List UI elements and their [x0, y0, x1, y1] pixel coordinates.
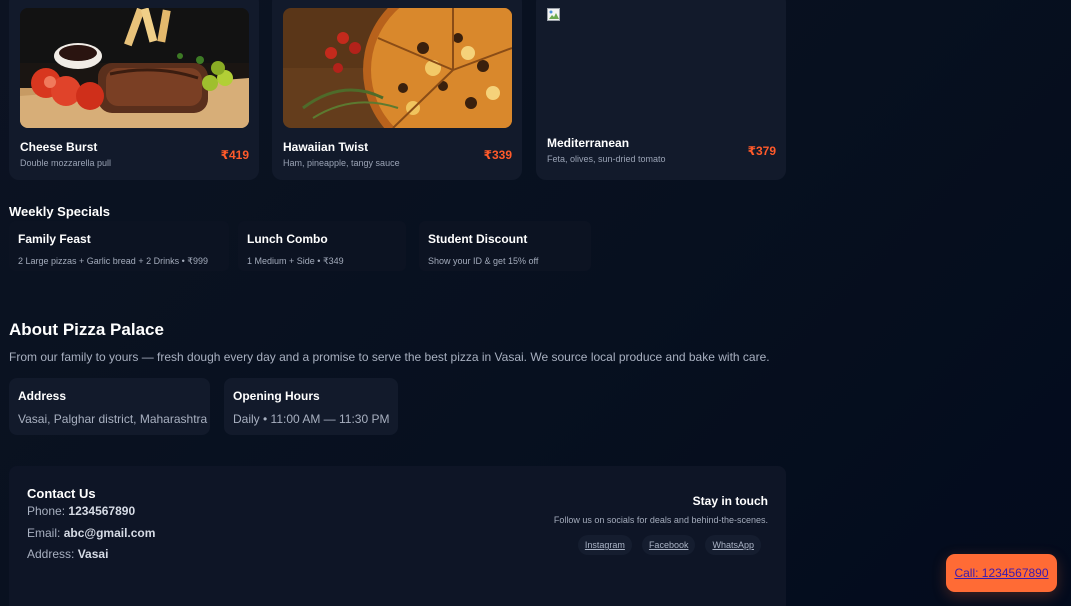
special-card-student-discount[interactable]: Student Discount Show your ID & get 15% …	[419, 221, 591, 271]
social-links: Instagram Facebook WhatsApp	[577, 535, 761, 555]
contact-footer: Contact Us Phone: 1234567890 Email: abc@…	[9, 466, 786, 606]
phone-label: Phone:	[27, 504, 66, 518]
whatsapp-link[interactable]: WhatsApp	[705, 535, 761, 555]
address-label: Address	[18, 389, 67, 403]
facebook-link[interactable]: Facebook	[641, 535, 696, 555]
menu-card-cheese-burst[interactable]: Cheese Burst Double mozzarella pull ₹419	[9, 0, 259, 180]
menu-card-hawaiian-twist[interactable]: Hawaiian Twist Ham, pineapple, tangy sau…	[272, 0, 522, 180]
address-label: Address:	[27, 547, 75, 561]
pizza-description: Feta, olives, sun-dried tomato	[547, 154, 666, 164]
stay-in-touch-heading: Stay in touch	[692, 494, 768, 508]
email-value: abc@gmail.com	[63, 526, 156, 540]
pizza-price: ₹339	[483, 148, 512, 162]
address-card: Address Vasai, Palghar district, Maharas…	[9, 378, 210, 435]
special-description: Show your ID & get 15% off	[428, 256, 539, 266]
pizza-name: Mediterranean	[547, 136, 630, 150]
about-heading: About Pizza Palace	[9, 320, 164, 339]
special-title: Lunch Combo	[247, 232, 328, 246]
email-label: Email:	[27, 526, 61, 540]
pizza-description: Double mozzarella pull	[20, 158, 112, 168]
address-value: Vasai	[77, 547, 109, 561]
pizza-price: ₹379	[747, 144, 776, 158]
menu-card-mediterranean[interactable]: Mediterranean Feta, olives, sun-dried to…	[536, 0, 786, 180]
pizza-name: Cheese Burst	[20, 140, 98, 154]
hours-label: Opening Hours	[233, 389, 320, 403]
special-description: 1 Medium + Side • ₹349	[247, 256, 344, 266]
special-title: Family Feast	[18, 232, 91, 246]
follow-text: Follow us on socials for deals and behin…	[553, 515, 768, 525]
address-value: Vasai, Palghar district, Maharashtra	[18, 412, 208, 426]
about-description: From our family to yours — fresh dough e…	[9, 350, 770, 364]
contact-email: Email: abc@gmail.com	[27, 526, 155, 540]
special-card-lunch-combo[interactable]: Lunch Combo 1 Medium + Side • ₹349	[238, 221, 406, 271]
special-card-family-feast[interactable]: Family Feast 2 Large pizzas + Garlic bre…	[9, 221, 229, 271]
pizza-price: ₹419	[220, 148, 249, 162]
opening-hours-card: Opening Hours Daily • 11:00 AM — 11:30 P…	[224, 378, 398, 435]
hawaiian-twist-image	[283, 8, 512, 128]
contact-heading: Contact Us	[27, 486, 96, 501]
call-button[interactable]: Call: 1234567890	[946, 554, 1057, 592]
broken-image-icon	[547, 8, 560, 21]
contact-phone: Phone: 1234567890	[27, 504, 135, 518]
phone-value: 1234567890	[68, 504, 136, 518]
pizza-name: Hawaiian Twist	[283, 140, 369, 154]
cheese-burst-image	[20, 8, 249, 128]
instagram-link[interactable]: Instagram	[577, 535, 632, 555]
contact-address: Address: Vasai	[27, 547, 108, 561]
pizza-description: Ham, pineapple, tangy sauce	[283, 158, 400, 168]
special-title: Student Discount	[428, 232, 528, 246]
hours-value: Daily • 11:00 AM — 11:30 PM	[233, 412, 390, 426]
special-description: 2 Large pizzas + Garlic bread + 2 Drinks…	[18, 256, 208, 266]
weekly-specials-heading: Weekly Specials	[9, 204, 110, 219]
